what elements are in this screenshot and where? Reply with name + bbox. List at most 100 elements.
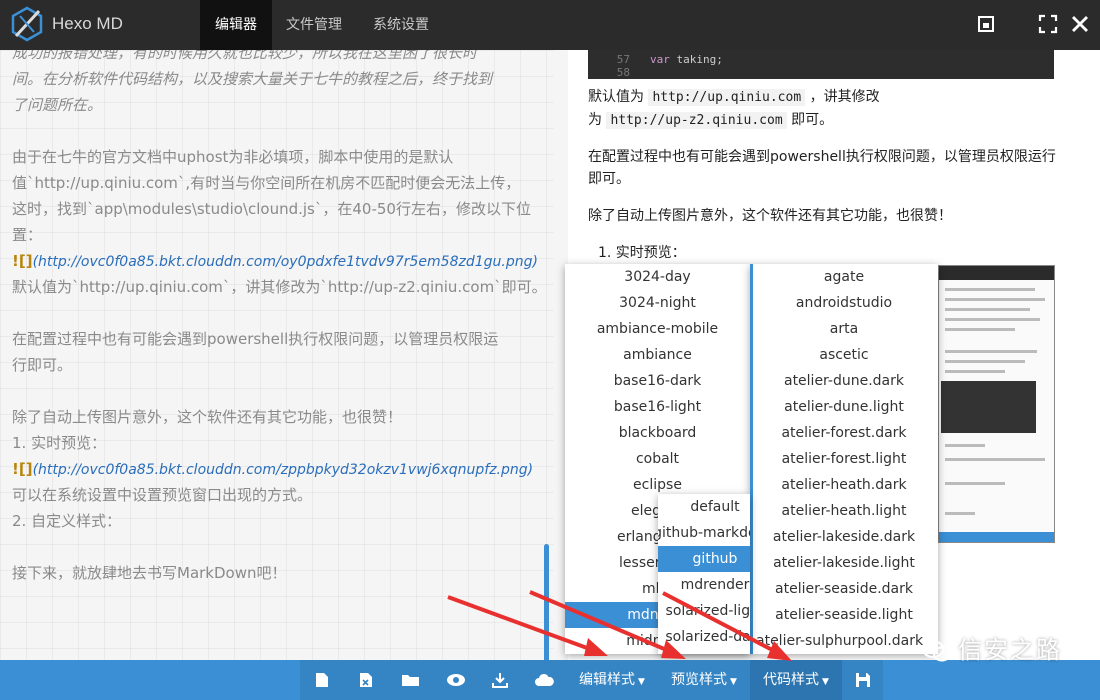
save-button[interactable] [842, 660, 883, 700]
preview-style-button[interactable]: 预览样式▼ [658, 660, 750, 700]
preview-style-option[interactable]: solarized-light [658, 598, 750, 624]
wechat-icon [922, 639, 952, 663]
preview-paragraph: 在配置过程中也有可能会遇到powershell执行权限问题，以管理员权限运行即可… [588, 146, 1058, 190]
preview-icon [446, 672, 466, 688]
code-line: 58 [588, 66, 650, 79]
inline-code: http://up.qiniu.com [648, 89, 805, 106]
code-line: 57var taking; [588, 53, 723, 66]
caret-down-icon: ▼ [730, 677, 737, 687]
editor-scrollbar[interactable] [544, 544, 549, 660]
restore-icon[interactable] [976, 14, 996, 34]
code-style-option[interactable]: atelier-dune.dark [750, 368, 938, 394]
preview-embedded-screenshot [938, 265, 1055, 543]
editor-style-option[interactable]: 3024-night [565, 290, 750, 316]
new-file-button[interactable] [300, 660, 344, 700]
tab-file-manager[interactable]: 文件管理 [272, 0, 356, 50]
code-style-option[interactable]: arta [750, 316, 938, 342]
code-style-dropdown: agate androidstudio arta ascetic atelier… [750, 264, 938, 654]
editor-line [12, 118, 532, 144]
editor-style-option[interactable]: cobalt [565, 446, 750, 472]
code-style-option[interactable]: atelier-heath.dark [750, 472, 938, 498]
close-icon[interactable] [1070, 14, 1090, 34]
inline-code: http://up-z2.qiniu.com [606, 112, 786, 129]
preview-paragraph: 除了自动上传图片意外，这个软件还有其它功能，也很赞！ [588, 205, 1058, 227]
delete-file-button[interactable] [344, 660, 388, 700]
editor-line: 了问题所在。 [12, 92, 532, 118]
preview-style-option-selected[interactable]: github [658, 546, 750, 572]
code-style-option[interactable]: atelier-heath.light [750, 498, 938, 524]
code-style-option[interactable]: ascetic [750, 342, 938, 368]
code-style-button[interactable]: 代码样式▼ [750, 660, 842, 700]
dropdown-divider [750, 264, 753, 654]
image-link: (http://ovc0f0a85.bkt.clouddn.com/oy0pdx… [33, 254, 538, 270]
export-icon [492, 672, 508, 688]
tab-system-settings[interactable]: 系统设置 [358, 0, 444, 50]
title-bar: Hexo MD 编辑器 文件管理 系统设置 [0, 0, 1100, 50]
code-style-option[interactable]: atelier-seaside.dark [750, 576, 938, 602]
editor-line: 这时，找到`app\modules\studio\clound.js`，在40-… [12, 196, 532, 222]
markdown-editor[interactable]: 成功的报错处理，有的时候用久就也比较少，所以我在这里困了很长时 间。在分析软件代… [0, 50, 554, 660]
code-style-option[interactable]: agate [750, 264, 938, 290]
preview-toggle-button[interactable] [434, 660, 478, 700]
editor-line [12, 300, 532, 326]
bottom-toolbar: 编辑样式▼ 预览样式▼ 代码样式▼ [0, 660, 1100, 700]
editor-style-option[interactable]: ambiance-mobile [565, 316, 750, 342]
preview-paragraph: 默认值为 http://up.qiniu.com ，讲其修改 为 http://… [588, 86, 888, 132]
editor-line: 2. 自定义样式： [12, 508, 532, 534]
caret-down-icon: ▼ [638, 677, 645, 687]
code-block: 57var taking; 58 [588, 50, 1054, 79]
app-title: Hexo MD [52, 14, 123, 34]
code-style-option[interactable]: atelier-seaside.light [750, 602, 938, 628]
preview-style-option[interactable]: default [658, 494, 750, 520]
editor-line: 值`http://up.qiniu.com`,有时当与你空间所在机房不匹配时便会… [12, 170, 532, 196]
editor-style-option[interactable]: blackboard [565, 420, 750, 446]
new-file-icon [315, 672, 329, 688]
hexo-logo-icon [10, 6, 44, 42]
editor-line: 置： [12, 222, 532, 248]
code-style-option[interactable]: atelier-forest.light [750, 446, 938, 472]
preview-style-option[interactable]: github-markdown [658, 520, 750, 546]
code-style-option[interactable]: atelier-sulphurpool.dark [750, 628, 938, 654]
delete-file-icon [359, 672, 373, 688]
open-folder-button[interactable] [388, 660, 434, 700]
image-syntax-marker: ![] [12, 460, 33, 478]
code-style-option[interactable]: androidstudio [750, 290, 938, 316]
caret-down-icon: ▼ [822, 677, 829, 687]
editor-line: ![](http://ovc0f0a85.bkt.clouddn.com/zpp… [12, 456, 532, 482]
code-style-option[interactable]: atelier-forest.dark [750, 420, 938, 446]
export-button[interactable] [478, 660, 522, 700]
editor-style-option[interactable]: base16-light [565, 394, 750, 420]
watermark-text: 信安之路 [958, 630, 1062, 665]
preview-list-item: 1. 实时预览： [598, 242, 686, 264]
editor-line: 在配置过程中也有可能会遇到powershell执行权限问题，以管理员权限运 [12, 326, 532, 352]
image-syntax-marker: ![] [12, 252, 33, 270]
image-link: (http://ovc0f0a85.bkt.clouddn.com/zppbpk… [33, 462, 534, 478]
editor-style-option[interactable]: base16-dark [565, 368, 750, 394]
code-style-option[interactable]: atelier-lakeside.light [750, 550, 938, 576]
save-icon [855, 672, 871, 688]
fullscreen-icon[interactable] [1038, 14, 1058, 34]
editor-style-button[interactable]: 编辑样式▼ [566, 660, 658, 700]
preview-style-option[interactable]: solarized-dark [658, 624, 750, 650]
code-style-option[interactable]: atelier-lakeside.dark [750, 524, 938, 550]
editor-style-option[interactable]: ambiance [565, 342, 750, 368]
editor-line: 默认值为`http://up.qiniu.com`，讲其修改为`http://u… [12, 274, 532, 300]
editor-line: ![](http://ovc0f0a85.bkt.clouddn.com/oy0… [12, 248, 532, 274]
toolbar-button-group: 编辑样式▼ 预览样式▼ 代码样式▼ [300, 660, 883, 700]
editor-line: 除了自动上传图片意外，这个软件还有其它功能，也很赞！ [12, 404, 532, 430]
editor-line: 行即可。 [12, 352, 532, 378]
tab-editor[interactable]: 编辑器 [200, 0, 272, 50]
code-style-option[interactable]: atelier-dune.light [750, 394, 938, 420]
editor-line: 1. 实时预览： [12, 430, 532, 456]
editor-line: 间。在分析软件代码结构，以及搜索大量关于七牛的教程之后，终于找到 [12, 66, 532, 92]
cloud-upload-button[interactable] [522, 660, 566, 700]
preview-style-option[interactable]: mdrender [658, 572, 750, 598]
editor-style-option[interactable]: 3024-day [565, 264, 750, 290]
editor-line: 由于在七牛的官方文档中uphost为非必填项，脚本中使用的是默认 [12, 144, 532, 170]
editor-line: 接下来，就放肆地去书写MarkDown吧！ [12, 560, 532, 586]
editor-line: 成功的报错处理，有的时候用久就也比较少，所以我在这里困了很长时 [12, 50, 532, 66]
editor-line [12, 534, 532, 560]
cloud-upload-icon [534, 672, 554, 688]
editor-text-area[interactable]: 成功的报错处理，有的时候用久就也比较少，所以我在这里困了很长时 间。在分析软件代… [12, 50, 532, 586]
editor-line: 可以在系统设置中设置预览窗口出现的方式。 [12, 482, 532, 508]
